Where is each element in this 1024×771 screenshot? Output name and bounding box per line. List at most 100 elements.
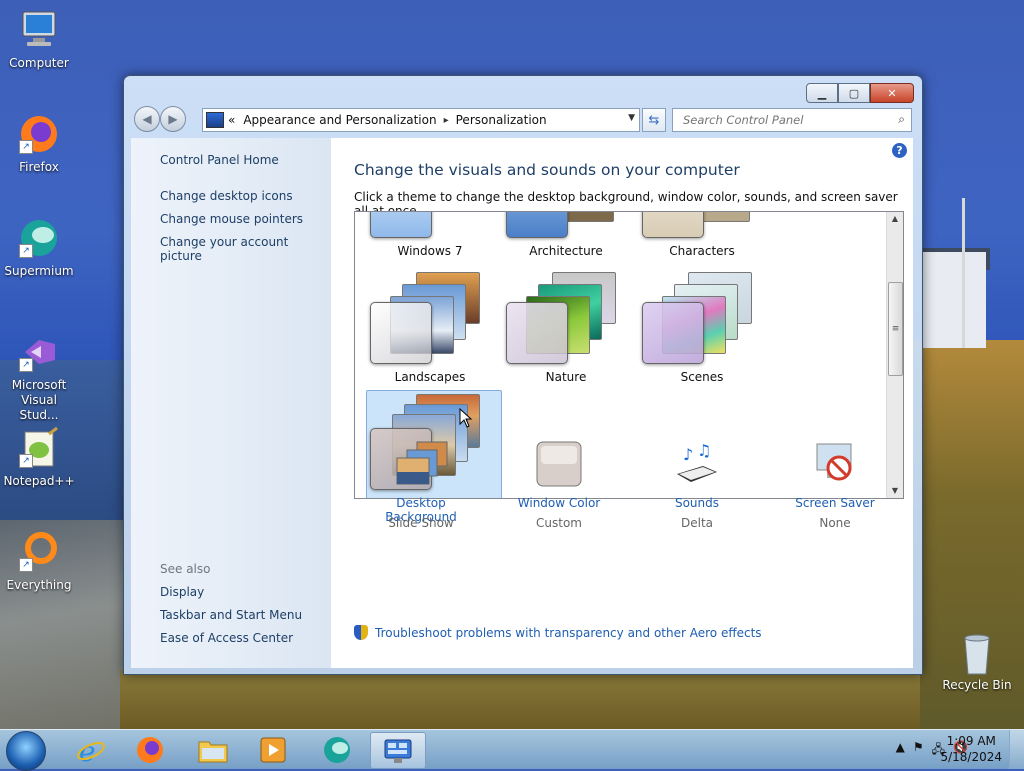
troubleshoot-link[interactable]: Troubleshoot problems with transparency … — [354, 625, 762, 640]
desktop-icon-recycle-bin[interactable]: Recycle Bin — [936, 630, 1018, 693]
forward-button[interactable]: ▶ — [160, 106, 186, 132]
theme-thumbnail — [506, 212, 568, 238]
svg-text:♪: ♪ — [683, 445, 693, 464]
media-player-icon — [260, 737, 286, 762]
desktop-icon-firefox[interactable]: ↗ Firefox — [0, 112, 78, 175]
desktop-icon-label: Everything — [6, 578, 72, 592]
theme-thumbnail — [642, 212, 704, 238]
maximize-button[interactable]: ▢ — [838, 83, 870, 103]
show-hidden-icons-icon[interactable]: ▲ — [896, 740, 905, 761]
scroll-up-arrow-icon[interactable]: ▲ — [887, 212, 903, 226]
theme-label: Scenes — [680, 370, 724, 384]
sidebar-ease-of-access[interactable]: Ease of Access Center — [160, 631, 293, 645]
wallpaper-house — [922, 252, 986, 348]
desktop-icon-supermium[interactable]: ↗ Supermium — [0, 216, 78, 279]
sidebar-display[interactable]: Display — [160, 585, 204, 599]
svg-text:♫: ♫ — [697, 441, 711, 460]
desktop-icon-everything[interactable]: ↗ Everything — [0, 530, 78, 593]
navigation-bar: ◀ ▶ « Appearance and Personalization ▸ P… — [132, 105, 912, 135]
shortcut-arrow-icon: ↗ — [19, 140, 33, 154]
address-bar[interactable]: « Appearance and Personalization ▸ Perso… — [202, 108, 640, 132]
shield-icon — [354, 625, 368, 640]
taskbar-control-panel[interactable] — [370, 732, 426, 769]
supermium-icon — [324, 736, 350, 763]
taskbar-media-player[interactable] — [246, 732, 300, 767]
taskbar-supermium[interactable] — [310, 732, 364, 767]
desktop-icon-label: Microsoft Visual Stud... — [11, 378, 67, 422]
sidebar-change-desktop-icons[interactable]: Change desktop icons — [160, 189, 293, 203]
screen-saver-link[interactable]: Screen Saver — [775, 496, 895, 510]
show-desktop-button[interactable] — [1009, 730, 1024, 769]
theme-characters[interactable]: Characters — [634, 212, 770, 260]
wallpaper-grass — [120, 670, 920, 730]
shortcut-arrow-icon: ↗ — [19, 454, 33, 468]
desktop-icon-computer[interactable]: Computer — [0, 8, 78, 71]
sidebar-control-panel-home[interactable]: Control Panel Home — [160, 153, 279, 167]
everything-icon: ↗ — [17, 530, 61, 574]
screen-saver-value: None — [819, 516, 851, 530]
refresh-button[interactable]: ⇆ — [642, 108, 666, 132]
breadcrumb-separator[interactable]: ▸ — [444, 115, 449, 126]
window-color-link[interactable]: Window Color — [499, 496, 619, 510]
refresh-icon: ⇆ — [648, 112, 660, 128]
main-pane: ? Change the visuals and sounds on your … — [331, 138, 913, 668]
taskbar: e ▲ ⚑ 🖧 🔇 1:09 AM 5/18/2024 — [0, 729, 1024, 771]
desktop-icon-label: Recycle Bin — [942, 678, 1012, 692]
action-center-flag-icon[interactable]: ⚑ — [913, 740, 924, 761]
window-content: Control Panel Home Change desktop icons … — [131, 138, 913, 668]
sounds-value: Delta — [680, 516, 713, 530]
address-dropdown-icon[interactable]: ▼ — [628, 113, 635, 123]
theme-stack-image — [562, 212, 614, 222]
back-button[interactable]: ◀ — [134, 106, 160, 132]
help-icon[interactable]: ? — [892, 143, 907, 158]
desktop-icon-label: Supermium — [4, 264, 74, 278]
theme-thumbnail — [642, 302, 704, 364]
window-color-icon — [535, 440, 583, 488]
minimize-button[interactable]: ▁ — [806, 83, 838, 103]
taskbar-internet-explorer[interactable]: e — [63, 732, 117, 767]
computer-icon — [17, 8, 61, 52]
sidebar-change-account-picture[interactable]: Change your account picture — [160, 235, 331, 263]
taskbar-file-explorer[interactable] — [186, 732, 240, 767]
theme-windows-7[interactable]: Windows 7 — [362, 212, 498, 260]
forward-arrow-icon: ▶ — [168, 112, 178, 126]
close-button[interactable]: ✕ — [870, 83, 914, 103]
sidebar: Control Panel Home Change desktop icons … — [131, 138, 331, 668]
theme-label: Characters — [669, 244, 735, 258]
system-clock[interactable]: 1:09 AM 5/18/2024 — [940, 733, 1002, 765]
theme-label: Windows 7 — [397, 244, 463, 258]
breadcrumb-appearance[interactable]: Appearance and Personalization — [243, 113, 436, 127]
sidebar-taskbar-start-menu[interactable]: Taskbar and Start Menu — [160, 608, 302, 622]
desktop-icon-notepadpp[interactable]: ↗ Notepad++ — [0, 426, 78, 489]
screen-saver-icon — [811, 440, 859, 488]
breadcrumb-prefix[interactable]: « — [228, 113, 235, 127]
firefox-icon: ↗ — [17, 112, 61, 156]
taskbar-firefox[interactable] — [123, 732, 177, 767]
start-button[interactable] — [6, 731, 46, 771]
back-arrow-icon: ◀ — [142, 112, 152, 126]
theme-nature[interactable]: Nature — [498, 270, 634, 388]
theme-scenes[interactable]: Scenes — [634, 270, 770, 388]
theme-thumbnail — [370, 302, 432, 364]
theme-label: Nature — [545, 370, 587, 384]
theme-landscapes[interactable]: Landscapes — [362, 270, 498, 388]
shortcut-arrow-icon: ↗ — [19, 244, 33, 258]
theme-architecture[interactable]: Architecture — [498, 212, 634, 260]
search-icon[interactable]: ⌕ — [898, 112, 905, 127]
window-color-value: Custom — [536, 516, 582, 530]
breadcrumb-personalization[interactable]: Personalization — [456, 113, 547, 127]
sounds-link[interactable]: Sounds — [637, 496, 757, 510]
clock-date: 5/18/2024 — [940, 750, 1002, 764]
wallpaper-flagpole — [962, 198, 965, 348]
see-also-heading: See also — [160, 562, 211, 576]
theme-stack-image — [698, 212, 750, 222]
sidebar-change-mouse-pointers[interactable]: Change mouse pointers — [160, 212, 303, 226]
search-input[interactable] — [681, 112, 890, 128]
troubleshoot-label[interactable]: Troubleshoot problems with transparency … — [375, 626, 762, 640]
theme-settings-bar: Desktop Background Slide Show Window Col… — [331, 436, 913, 546]
theme-label: Architecture — [529, 244, 603, 258]
scroll-thumb[interactable]: ≡ — [888, 282, 903, 376]
search-box[interactable]: ⌕ — [672, 108, 912, 132]
desktop-icon-visual-studio[interactable]: ↗ Microsoft Visual Stud... — [0, 330, 78, 423]
control-panel-icon — [206, 112, 224, 128]
